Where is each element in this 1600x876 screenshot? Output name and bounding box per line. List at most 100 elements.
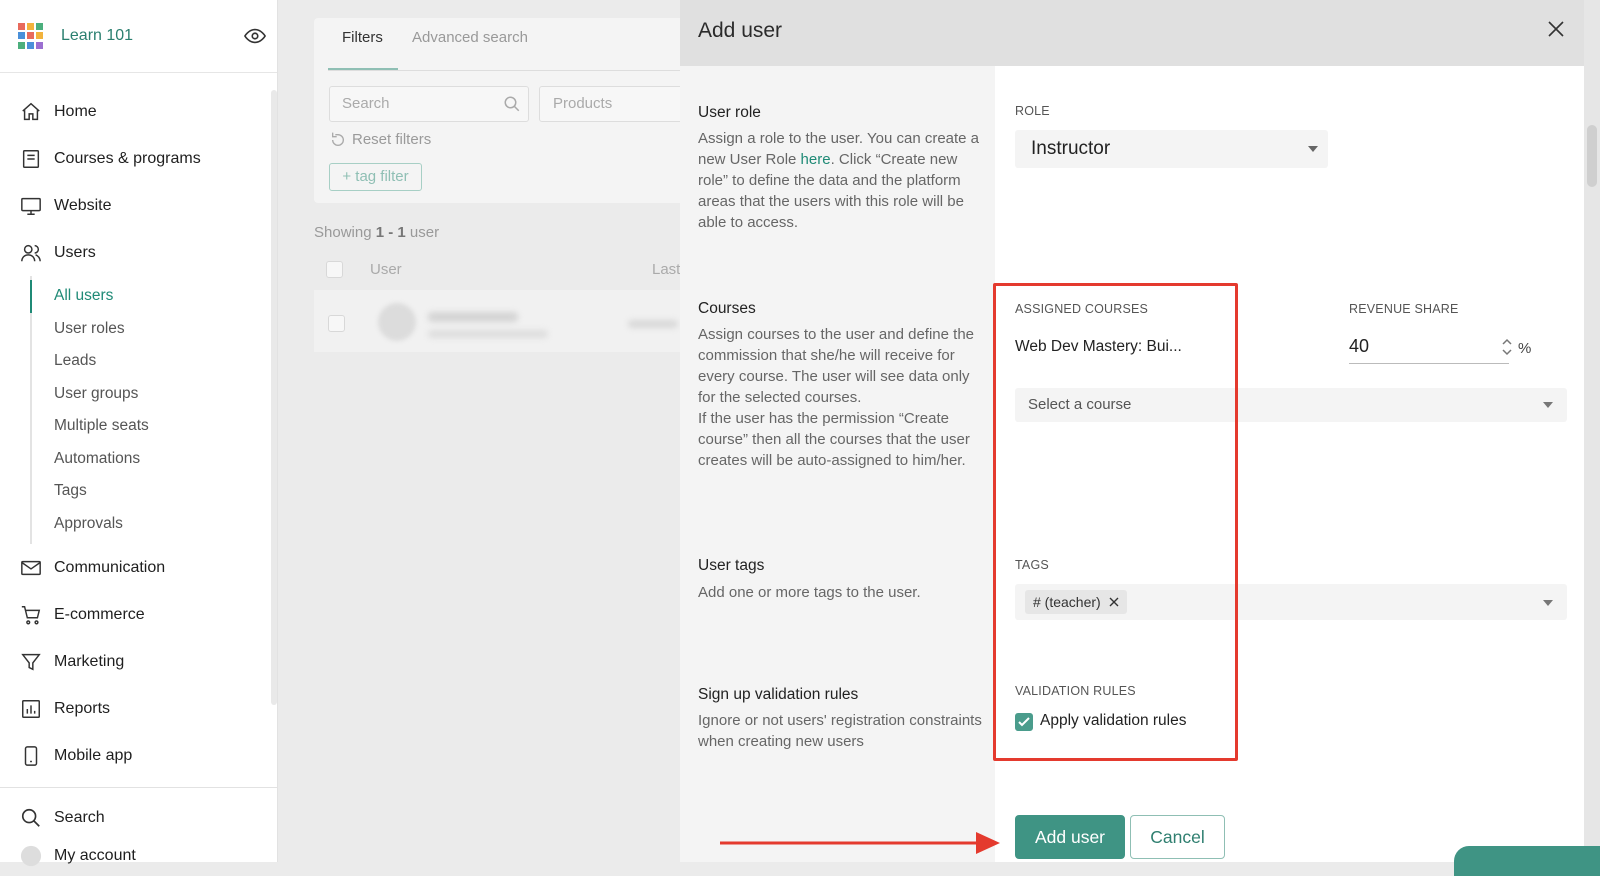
nav-item-search[interactable]: Search bbox=[0, 794, 277, 841]
role-field-label: ROLE bbox=[1015, 104, 1050, 118]
subnav-approvals[interactable]: Approvals bbox=[32, 508, 277, 541]
role-select[interactable]: Instructor bbox=[1015, 130, 1328, 168]
tab-divider bbox=[328, 70, 694, 71]
role-value: Instructor bbox=[1031, 138, 1111, 159]
nav-item-ecommerce[interactable]: E-commerce bbox=[0, 591, 277, 638]
reset-filters-button[interactable]: Reset filters bbox=[330, 131, 431, 148]
bottom-nav: Search My account bbox=[0, 794, 277, 871]
nav-item-mobile-app[interactable]: Mobile app bbox=[0, 732, 277, 779]
cancel-button[interactable]: Cancel bbox=[1130, 815, 1225, 859]
sidebar-scrollbar[interactable] bbox=[271, 90, 277, 705]
nav-item-users[interactable]: Users bbox=[0, 229, 277, 276]
phone-icon bbox=[24, 745, 38, 766]
book-icon bbox=[22, 149, 40, 168]
subnav-automations[interactable]: Automations bbox=[32, 443, 277, 476]
subnav-user-groups[interactable]: User groups bbox=[32, 378, 277, 411]
showing-range: 1 - 1 bbox=[375, 224, 406, 241]
nav-item-website[interactable]: Website bbox=[0, 182, 277, 229]
nav-label: Search bbox=[54, 808, 105, 826]
blurred-username bbox=[428, 312, 518, 322]
scrollbar-thumb[interactable] bbox=[1587, 125, 1597, 187]
nav-item-reports[interactable]: Reports bbox=[0, 685, 277, 732]
feedback-widget[interactable] bbox=[1454, 846, 1600, 876]
brand-bar: Learn 101 bbox=[0, 0, 277, 73]
users-icon bbox=[21, 244, 41, 261]
funnel-icon bbox=[21, 653, 41, 671]
dialog-title: Add user bbox=[698, 19, 783, 42]
avatar bbox=[378, 303, 416, 341]
section-title-user-role: User role bbox=[698, 104, 761, 121]
search-icon bbox=[504, 96, 520, 112]
nav-item-courses[interactable]: Courses & programs bbox=[0, 135, 277, 182]
monitor-icon bbox=[21, 197, 41, 215]
chevron-down-icon[interactable] bbox=[1543, 600, 1553, 606]
dialog-header bbox=[680, 0, 1584, 66]
eye-icon[interactable] bbox=[244, 25, 266, 47]
chart-icon bbox=[22, 699, 40, 718]
create-role-link[interactable]: here bbox=[801, 151, 831, 168]
reset-label: Reset filters bbox=[352, 131, 432, 148]
blurred-email bbox=[428, 330, 548, 338]
revenue-share-label: REVENUE SHARE bbox=[1349, 302, 1459, 316]
user-role-description: Assign a role to the user. You can creat… bbox=[698, 128, 983, 233]
tab-filters[interactable]: Filters bbox=[342, 29, 383, 46]
nav-label: Reports bbox=[54, 699, 111, 717]
users-subnav: All users User roles Leads User groups M… bbox=[30, 276, 277, 544]
select-all-checkbox[interactable] bbox=[326, 261, 343, 278]
subnav-leads[interactable]: Leads bbox=[32, 345, 277, 378]
app-name[interactable]: Learn 101 bbox=[61, 27, 133, 45]
add-user-button[interactable]: Add user bbox=[1015, 815, 1125, 859]
subnav-user-roles[interactable]: User roles bbox=[32, 313, 277, 346]
highlight-annotation-box bbox=[993, 283, 1238, 761]
tag-filter-button[interactable]: + tag filter bbox=[329, 163, 422, 191]
chevron-down-icon[interactable] bbox=[1308, 146, 1318, 152]
percent-suffix: % bbox=[1518, 340, 1532, 357]
nav-item-communication[interactable]: Communication bbox=[0, 544, 277, 591]
sidebar: Learn 101 Home Courses & programs Websit… bbox=[0, 0, 278, 867]
section-title-courses: Courses bbox=[698, 300, 756, 317]
nav-label: Website bbox=[54, 196, 112, 214]
nav-label: Mobile app bbox=[54, 746, 133, 764]
chevron-down-icon[interactable] bbox=[1543, 402, 1553, 408]
nav-label: E-commerce bbox=[54, 605, 145, 623]
nav-item-my-account[interactable]: My account bbox=[0, 841, 277, 871]
search-input[interactable]: Search bbox=[329, 86, 529, 122]
blurred-last-login bbox=[628, 320, 678, 328]
cart-icon bbox=[21, 605, 41, 624]
avatar-icon bbox=[20, 845, 42, 867]
nav-label: Communication bbox=[54, 558, 166, 576]
subnav-tags[interactable]: Tags bbox=[32, 475, 277, 508]
mail-icon bbox=[21, 560, 41, 575]
nav-label: Home bbox=[54, 102, 97, 120]
courses-description: Assign courses to the user and define th… bbox=[698, 326, 975, 469]
nav-label: Users bbox=[54, 243, 96, 261]
showing-suffix: user bbox=[405, 224, 440, 241]
close-icon[interactable] bbox=[1546, 19, 1566, 39]
row-checkbox[interactable] bbox=[328, 315, 345, 332]
tab-advanced-search[interactable]: Advanced search bbox=[412, 29, 528, 46]
home-icon bbox=[22, 102, 40, 120]
dialog-scrollbar[interactable] bbox=[1584, 0, 1600, 862]
subnav-multiple-seats[interactable]: Multiple seats bbox=[32, 410, 277, 443]
products-filter[interactable]: Products bbox=[539, 86, 699, 122]
nav-label: Marketing bbox=[54, 652, 125, 670]
secondary-nav: Communication E-commerce Marketing Repor… bbox=[0, 544, 277, 779]
column-header-user[interactable]: User bbox=[370, 261, 402, 278]
app-grid-logo-icon[interactable] bbox=[18, 23, 44, 49]
revenue-share-input[interactable]: 40 bbox=[1349, 334, 1509, 364]
nav-item-marketing[interactable]: Marketing bbox=[0, 638, 277, 685]
arrow-annotation-icon bbox=[720, 832, 1000, 854]
sidebar-divider bbox=[0, 787, 277, 788]
section-title-user-tags: User tags bbox=[698, 557, 765, 574]
showing-prefix: Showing bbox=[314, 224, 376, 241]
section-title-validation: Sign up validation rules bbox=[698, 686, 859, 703]
validation-description: Ignore or not users' registration constr… bbox=[698, 712, 982, 750]
nav-item-home[interactable]: Home bbox=[0, 88, 277, 135]
tags-description: Add one or more tags to the user. bbox=[698, 584, 921, 601]
nav-label: My account bbox=[54, 847, 136, 864]
number-stepper-icon[interactable] bbox=[1501, 336, 1513, 358]
results-count: Showing 1 - 1 user bbox=[314, 224, 439, 241]
column-header-last[interactable]: Last bbox=[652, 261, 680, 278]
subnav-all-users[interactable]: All users bbox=[30, 280, 277, 313]
nav-label: Courses & programs bbox=[54, 149, 201, 167]
